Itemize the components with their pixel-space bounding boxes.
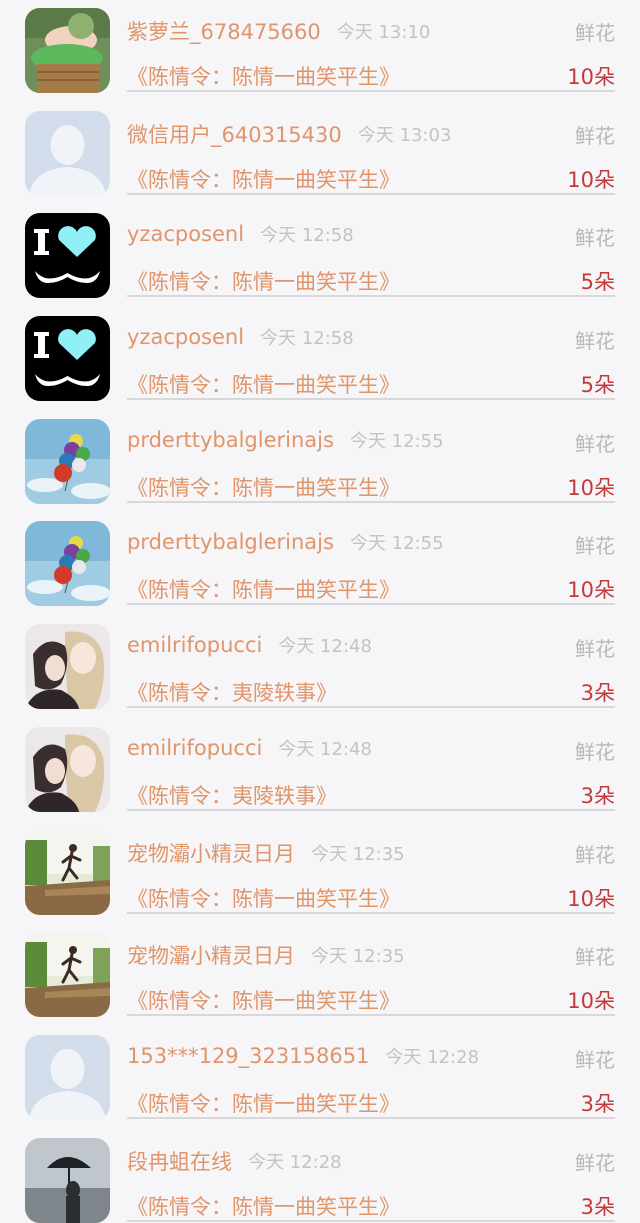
gift-type: 鲜花 — [575, 431, 615, 456]
work-title[interactable]: 《陈情令：陈情一曲笑平生》 — [127, 168, 400, 192]
sender-name[interactable]: prderttybalglerinajs — [127, 530, 334, 554]
list-item[interactable]: prderttybalglerinajs 今天 12:55 鲜花《陈情令：陈情一曲笑… — [0, 398, 640, 504]
list-item[interactable]: yzacposenl 今天 12:58 鲜花《陈情令：陈情一曲笑平生》 5朵 — [0, 192, 640, 299]
gift-quantity: 10朵 — [567, 578, 615, 603]
work-title[interactable]: 《陈情令：陈情一曲笑平生》 — [127, 476, 400, 500]
gift-quantity: 3朵 — [580, 1194, 615, 1219]
gift-type: 鲜花 — [575, 945, 615, 970]
sender-name[interactable]: 宠物灞小精灵日月 — [127, 842, 295, 866]
avatar[interactable] — [25, 726, 110, 812]
list-item[interactable]: 微信用户_640315430 今天 13:03 鲜花《陈情令：陈情一曲笑平生》 10朵 — [0, 90, 640, 196]
timestamp: 今天 12:55 — [349, 430, 444, 452]
timestamp: 今天 13:10 — [336, 22, 431, 43]
avatar[interactable] — [25, 8, 110, 93]
timestamp: 今天 13:03 — [357, 124, 452, 146]
sender-name[interactable]: 153***129_323158651 — [127, 1044, 369, 1068]
gift-quantity: 10朵 — [567, 886, 615, 911]
gift-quantity: 10朵 — [567, 475, 615, 500]
avatar[interactable] — [25, 624, 110, 710]
avatar[interactable] — [25, 829, 110, 915]
gift-type: 鲜花 — [575, 21, 615, 45]
sender-name[interactable]: emilrifopucci — [127, 736, 262, 760]
gift-quantity: 3朵 — [580, 783, 615, 808]
timestamp: 今天 12:48 — [278, 636, 372, 658]
gift-type: 鲜花 — [575, 1047, 615, 1072]
timestamp: 今天 12:28 — [248, 1151, 342, 1173]
work-title[interactable]: 《陈情令：陈情一曲笑平生》 — [127, 270, 400, 294]
list-item[interactable]: yzacposenl 今天 12:58 鲜花《陈情令：陈情一曲笑平生》 5朵 — [0, 295, 640, 402]
list-item[interactable]: 153***129_323158651 今天 12:28 鲜花《陈情令：陈情一曲笑平… — [0, 1014, 640, 1120]
divider — [127, 1219, 615, 1222]
timestamp: 今天 12:48 — [278, 738, 372, 760]
sender-name[interactable]: prderttybalglerinajs — [127, 428, 334, 452]
gift-quantity: 10朵 — [567, 65, 615, 89]
work-title[interactable]: 《陈情令：陈情一曲笑平生》 — [127, 65, 400, 89]
work-title[interactable]: 《陈情令：陈情一曲笑平生》 — [127, 989, 400, 1013]
timestamp: 今天 12:35 — [311, 843, 405, 865]
timestamp: 今天 12:28 — [385, 1046, 480, 1068]
avatar[interactable] — [25, 932, 110, 1018]
sender-name[interactable]: 紫萝兰_678475660 — [127, 20, 321, 44]
timestamp: 今天 12:58 — [260, 328, 354, 350]
gift-quantity: 3朵 — [580, 681, 615, 706]
gift-quantity: 3朵 — [580, 1091, 615, 1116]
gift-quantity: 5朵 — [580, 373, 615, 398]
gift-type: 鲜花 — [575, 329, 615, 354]
work-title[interactable]: 《陈情令：陈情一曲笑平生》 — [127, 373, 400, 397]
gift-record-list: 紫萝兰_678475660 今天 13:10 鲜花 《陈情令：陈情一曲笑平生》 10朵微… — [0, 0, 640, 1223]
timestamp: 今天 12:58 — [260, 225, 354, 247]
work-title[interactable]: 《陈情令：陈情一曲笑平生》 — [127, 1195, 400, 1219]
sender-name[interactable]: 段冉蛆在线 — [127, 1150, 232, 1174]
list-item[interactable]: 段冉蛆在线 今天 12:28 鲜花《陈情令：陈情一曲笑平生》 3朵 — [0, 1117, 640, 1223]
sender-name[interactable]: emilrifopucci — [127, 633, 262, 657]
sender-name[interactable]: 宠物灞小精灵日月 — [127, 944, 295, 968]
work-title[interactable]: 《陈情令：陈情一曲笑平生》 — [127, 887, 400, 911]
gift-quantity: 10朵 — [567, 167, 615, 192]
gift-type: 鲜花 — [575, 123, 615, 148]
list-item[interactable]: 紫萝兰_678475660 今天 13:10 鲜花《陈情令：陈情一曲笑平生》 10朵 — [0, 0, 640, 93]
gift-type: 鲜花 — [575, 1150, 615, 1175]
avatar[interactable] — [25, 316, 110, 402]
gift-type: 鲜花 — [575, 842, 615, 867]
list-item[interactable]: emilrifopucci 今天 12:48 鲜花《陈情令：夷陵轶事》 3朵 — [0, 603, 640, 710]
sender-name[interactable]: yzacposenl — [127, 325, 244, 349]
avatar[interactable] — [25, 1034, 110, 1120]
gift-type: 鲜花 — [575, 534, 615, 559]
sender-name[interactable]: 微信用户_640315430 — [127, 123, 342, 147]
list-item[interactable]: 宠物灞小精灵日月 今天 12:35 鲜花《陈情令：陈情一曲笑平生》 10朵 — [0, 911, 640, 1018]
work-title[interactable]: 《陈情令：夷陵轶事》 — [127, 681, 337, 705]
avatar[interactable] — [25, 521, 110, 607]
timestamp: 今天 12:35 — [311, 946, 405, 968]
avatar[interactable] — [25, 418, 110, 504]
gift-type: 鲜花 — [575, 226, 615, 251]
avatar[interactable] — [25, 213, 110, 299]
gift-quantity: 5朵 — [580, 270, 615, 295]
gift-type: 鲜花 — [575, 739, 615, 764]
work-title[interactable]: 《陈情令：夷陵轶事》 — [127, 784, 337, 808]
sender-name[interactable]: yzacposenl — [127, 222, 244, 246]
list-item[interactable]: emilrifopucci 今天 12:48 鲜花《陈情令：夷陵轶事》 3朵 — [0, 706, 640, 812]
list-item[interactable]: 宠物灞小精灵日月 今天 12:35 鲜花《陈情令：陈情一曲笑平生》 10朵 — [0, 809, 640, 915]
avatar[interactable] — [25, 110, 110, 196]
list-item[interactable]: prderttybalglerinajs 今天 12:55 鲜花《陈情令：陈情一曲笑… — [0, 500, 640, 607]
gift-quantity: 10朵 — [567, 989, 615, 1014]
gift-type: 鲜花 — [575, 637, 615, 662]
work-title[interactable]: 《陈情令：陈情一曲笑平生》 — [127, 578, 400, 602]
timestamp: 今天 12:55 — [349, 533, 444, 555]
work-title[interactable]: 《陈情令：陈情一曲笑平生》 — [127, 1092, 400, 1116]
